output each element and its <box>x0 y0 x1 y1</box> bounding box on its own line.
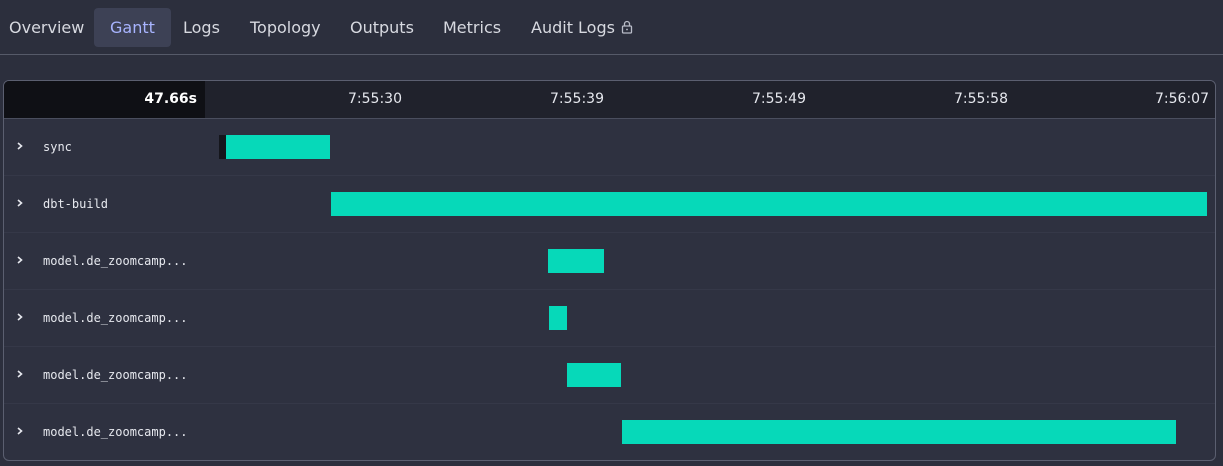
chevron-right-icon[interactable] <box>14 424 26 438</box>
task-bar[interactable] <box>567 363 621 387</box>
time-tick: 7:56:07 <box>1155 91 1209 107</box>
total-duration: 47.66s <box>4 81 205 118</box>
gantt-timeline-header: 47.66s 7:55:30 7:55:39 7:55:49 7:55:58 7… <box>4 81 1215 119</box>
row-label: model.de_zoomcamp... <box>43 368 188 382</box>
time-tick: 7:55:30 <box>348 91 402 107</box>
gantt-row[interactable]: model.de_zoomcamp... <box>4 233 1215 290</box>
chevron-right-icon[interactable] <box>14 367 26 381</box>
chevron-right-icon[interactable] <box>14 310 26 324</box>
gantt-row[interactable]: sync <box>4 119 1215 176</box>
tab-logs[interactable]: Logs <box>183 0 220 55</box>
row-label: model.de_zoomcamp... <box>43 254 188 268</box>
gantt-row[interactable]: model.de_zoomcamp... <box>4 404 1215 460</box>
time-tick: 7:55:39 <box>550 91 604 107</box>
row-label: dbt-build <box>43 197 109 211</box>
row-label: sync <box>43 140 72 154</box>
gantt-row[interactable]: model.de_zoomcamp... <box>4 290 1215 347</box>
time-tick: 7:55:58 <box>954 91 1008 107</box>
task-bar[interactable] <box>548 249 604 273</box>
row-label: model.de_zoomcamp... <box>43 425 188 439</box>
gantt-row[interactable]: model.de_zoomcamp... <box>4 347 1215 404</box>
tab-audit-logs[interactable]: Audit Logs <box>531 0 633 55</box>
tab-audit-logs-label: Audit Logs <box>531 18 615 37</box>
task-bar[interactable] <box>226 135 330 159</box>
tab-bar: Overview Gantt Logs Topology Outputs Met… <box>0 0 1223 55</box>
task-bar[interactable] <box>622 420 1176 444</box>
gantt-row[interactable]: dbt-build <box>4 176 1215 233</box>
chevron-right-icon[interactable] <box>14 139 26 153</box>
tab-metrics[interactable]: Metrics <box>443 0 501 55</box>
tab-overview[interactable]: Overview <box>9 0 84 55</box>
time-tick: 7:55:49 <box>752 91 806 107</box>
row-label: model.de_zoomcamp... <box>43 311 188 325</box>
chevron-right-icon[interactable] <box>14 253 26 267</box>
gantt-panel: 47.66s 7:55:30 7:55:39 7:55:49 7:55:58 7… <box>3 80 1216 461</box>
task-bar[interactable] <box>331 192 1207 216</box>
chevron-right-icon[interactable] <box>14 196 26 210</box>
tab-outputs[interactable]: Outputs <box>350 0 414 55</box>
task-bar[interactable] <box>549 306 567 330</box>
tab-topology[interactable]: Topology <box>250 0 321 55</box>
lock-icon <box>621 20 633 34</box>
tab-gantt[interactable]: Gantt <box>94 8 171 47</box>
